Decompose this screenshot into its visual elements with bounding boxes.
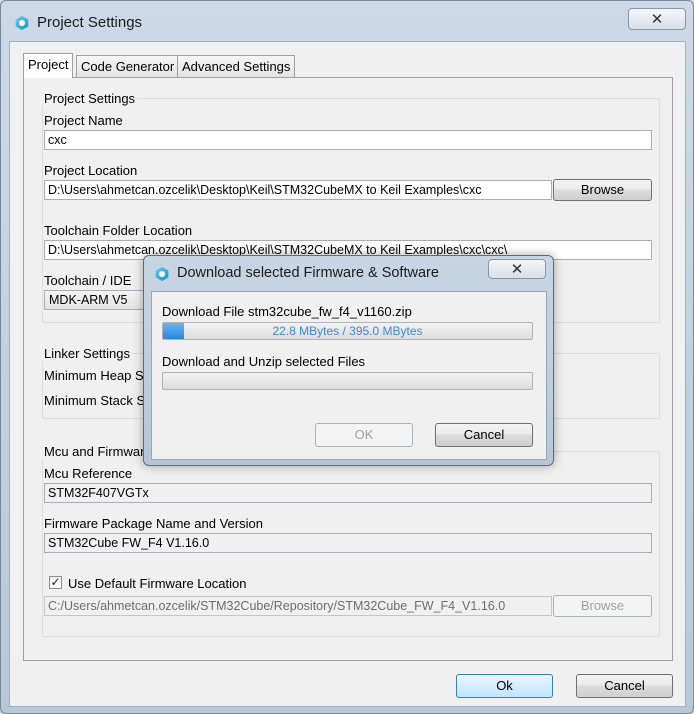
project-location-input[interactable]: D:\Users\ahmetcan.ozcelik\Desktop\Keil\S… <box>44 180 552 200</box>
mcu-reference-label: Mcu Reference <box>44 466 133 481</box>
mcu-reference-field: STM32F407VGTx <box>44 483 652 503</box>
minimum-stack-label: Minimum Stack S <box>44 393 146 408</box>
download-file-label: Download File stm32cube_fw_f4_v1160.zip <box>162 304 412 319</box>
title-bar[interactable]: Project Settings ✕ <box>1 1 693 41</box>
linker-settings-group-title: Linker Settings <box>42 346 132 361</box>
toolchain-folder-label: Toolchain Folder Location <box>44 223 193 238</box>
tab-label: Advanced Settings <box>182 59 291 74</box>
download-progress-bar: 22.8 MBytes / 395.0 MBytes <box>162 322 533 340</box>
use-default-firmware-checkbox[interactable]: ✓ <box>49 576 62 589</box>
minimum-heap-label: Minimum Heap Si <box>44 368 147 383</box>
project-settings-group-title: Project Settings <box>42 91 138 106</box>
tab-label: Project <box>28 57 69 72</box>
close-icon: ✕ <box>650 11 664 28</box>
firmware-package-label: Firmware Package Name and Version <box>44 516 263 531</box>
download-progress-text: 22.8 MBytes / 395.0 MBytes <box>272 324 423 338</box>
tab-code-generator[interactable]: Code Generator <box>76 55 180 77</box>
use-default-firmware-label[interactable]: Use Default Firmware Location <box>68 576 246 591</box>
project-location-browse-button[interactable]: Browse <box>553 179 652 201</box>
dialog-title: Download selected Firmware & Software <box>177 265 439 281</box>
project-name-label: Project Name <box>44 113 123 128</box>
dialog-close-button[interactable]: ✕ <box>488 259 546 279</box>
close-icon: ✕ <box>510 261 524 278</box>
stm32cubemx-app-icon <box>15 16 29 30</box>
unzip-label: Download and Unzip selected Files <box>162 354 366 369</box>
checkmark-icon: ✓ <box>50 575 61 589</box>
project-name-input[interactable]: cxc <box>44 130 652 150</box>
project-location-label: Project Location <box>44 163 138 178</box>
dialog-cancel-button[interactable]: Cancel <box>435 423 533 447</box>
tab-label: Code Generator <box>81 59 175 74</box>
firmware-package-field: STM32Cube FW_F4 V1.16.0 <box>44 533 652 553</box>
unzip-progress-bar <box>162 372 533 390</box>
mcu-firmware-group-title: Mcu and Firmwar <box>42 444 147 459</box>
dialog-ok-button: OK <box>315 423 413 447</box>
ok-button[interactable]: Ok <box>456 674 553 698</box>
stm32cubemx-app-icon <box>155 267 169 281</box>
window-title: Project Settings <box>37 14 143 31</box>
tab-advanced-settings[interactable]: Advanced Settings <box>177 55 296 77</box>
dialog-client-area: Download File stm32cube_fw_f4_v1160.zip … <box>151 291 547 460</box>
toolchain-ide-label: Toolchain / IDE <box>44 273 132 288</box>
cancel-button[interactable]: Cancel <box>576 674 673 698</box>
tab-project[interactable]: Project <box>23 53 74 78</box>
firmware-location-browse-button: Browse <box>553 595 652 617</box>
download-firmware-dialog: Download selected Firmware & Software ✕ … <box>143 255 554 466</box>
window-close-button[interactable]: ✕ <box>628 8 686 30</box>
firmware-location-input: C:/Users/ahmetcan.ozcelik/STM32Cube/Repo… <box>44 596 552 616</box>
toolchain-ide-select[interactable]: MDK-ARM V5 <box>44 290 154 310</box>
